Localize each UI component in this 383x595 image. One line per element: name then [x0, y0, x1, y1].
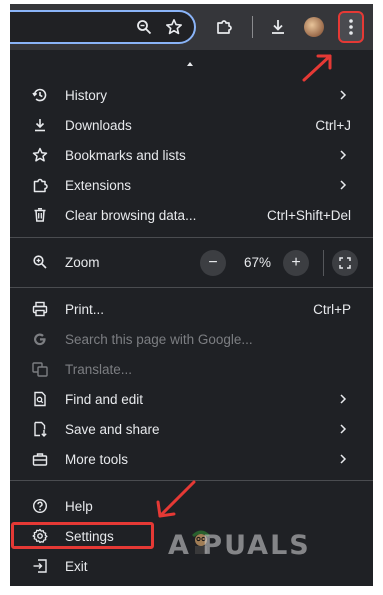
downloads-label: Downloads [65, 118, 132, 133]
menu-item-search-with-google[interactable]: Search this page with Google... [10, 324, 373, 354]
menu-item-bookmarks[interactable]: Bookmarks and lists [10, 140, 373, 170]
toolbox-icon [32, 451, 48, 467]
annotation-arrow-settings [156, 480, 196, 518]
menu-item-translate[interactable]: Translate... [10, 354, 373, 384]
menu-item-more-tools[interactable]: More tools [10, 444, 373, 474]
zoom-icon [32, 254, 48, 270]
zoom-icon[interactable] [134, 17, 154, 37]
menu-divider [10, 237, 373, 238]
menu-divider [10, 287, 373, 288]
annotation-arrow-top [302, 54, 332, 82]
star-icon [32, 147, 48, 163]
more-options-button[interactable] [338, 11, 364, 43]
download-icon[interactable] [268, 17, 288, 37]
bookmark-star-icon[interactable] [164, 17, 184, 37]
downloads-shortcut: Ctrl+J [315, 118, 351, 133]
download-icon [32, 117, 48, 133]
history-icon [32, 87, 48, 103]
zoom-in-button[interactable]: + [283, 250, 309, 276]
profile-avatar[interactable] [304, 17, 324, 37]
more-options-kebab-icon [349, 19, 353, 35]
zoom-level: 67% [244, 255, 272, 270]
translate-label: Translate... [65, 362, 133, 377]
clear-browsing-data-shortcut: Ctrl+Shift+Del [266, 208, 351, 223]
chevron-right-icon [340, 394, 347, 404]
exit-label: Exit [65, 559, 88, 574]
history-label: History [65, 88, 108, 103]
translate-icon [32, 361, 48, 377]
chevron-right-icon [340, 424, 347, 434]
find-document-icon [32, 391, 48, 407]
save-and-share-label: Save and share [65, 422, 160, 437]
zoom-separator [323, 250, 324, 276]
menu-item-find-and-edit[interactable]: Find and edit [10, 384, 373, 414]
chevron-right-icon [340, 180, 347, 190]
menu-item-clear-browsing-data[interactable]: Clear browsing data... Ctrl+Shift+Del [10, 200, 373, 230]
clear-browsing-data-label: Clear browsing data... [65, 208, 197, 223]
more-tools-label: More tools [65, 452, 129, 467]
menu-item-history[interactable]: History [10, 80, 373, 110]
browser-window: History Downloads Ctrl+J Bookmarks and l… [10, 4, 373, 586]
puzzle-icon [32, 177, 48, 193]
menu-pointer [187, 62, 193, 66]
menu-item-zoom: Zoom [10, 247, 373, 277]
exit-icon [32, 558, 48, 574]
menu-item-downloads[interactable]: Downloads Ctrl+J [10, 110, 373, 140]
zoom-out-button[interactable]: − [200, 250, 226, 276]
settings-highlight-box [11, 522, 154, 549]
browser-toolbar [10, 4, 373, 50]
zoom-label: Zoom [65, 255, 100, 270]
extensions-label: Extensions [65, 178, 132, 193]
google-g-icon [32, 331, 48, 347]
menu-item-save-and-share[interactable]: Save and share [10, 414, 373, 444]
bookmarks-label: Bookmarks and lists [65, 148, 186, 163]
print-label: Print... [65, 302, 105, 317]
extensions-puzzle-icon[interactable] [214, 17, 234, 37]
toolbar-separator [252, 16, 253, 38]
menu-item-extensions[interactable]: Extensions [10, 170, 373, 200]
printer-icon [32, 301, 48, 317]
find-and-edit-label: Find and edit [65, 392, 144, 407]
fullscreen-button[interactable] [332, 250, 358, 276]
save-share-icon [32, 421, 48, 437]
fullscreen-icon [339, 257, 351, 269]
menu-item-print[interactable]: Print... Ctrl+P [10, 294, 373, 324]
print-shortcut: Ctrl+P [313, 302, 351, 317]
help-icon [32, 498, 48, 514]
chevron-right-icon [340, 150, 347, 160]
chevron-right-icon [340, 454, 347, 464]
help-label: Help [65, 499, 93, 514]
chevron-right-icon [340, 90, 347, 100]
appuals-watermark: A PUALS [168, 530, 311, 561]
trash-icon [32, 207, 48, 223]
search-with-google-label: Search this page with Google... [65, 332, 253, 347]
